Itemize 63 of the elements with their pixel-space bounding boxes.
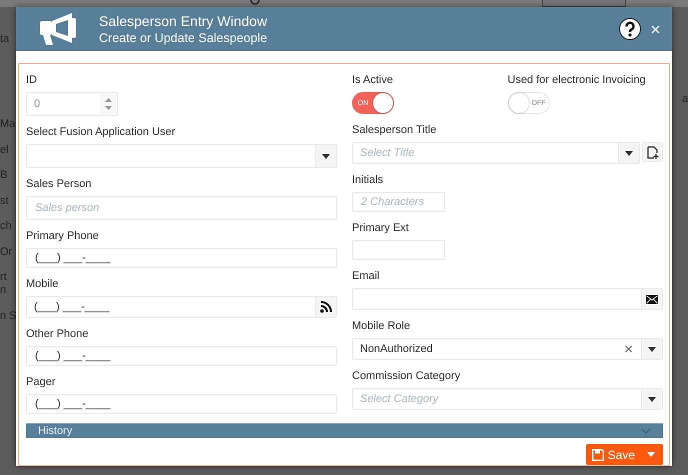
number-field[interactable]: 0 [26, 92, 118, 116]
dropdown[interactable]: Select Title [352, 142, 640, 164]
input-field[interactable]: Sales person [26, 196, 337, 220]
background-text: ch [0, 219, 13, 234]
clear-button[interactable]: × [616, 339, 641, 359]
caret-icon [322, 154, 330, 158]
field-label: Select Fusion Application User [26, 126, 176, 139]
field-label: Other Phone [26, 328, 90, 341]
field-label: ID [26, 74, 38, 87]
input-field[interactable]: (___) ___-____ [26, 346, 337, 366]
envelope-icon [646, 294, 658, 304]
field-label: Salesperson Title [352, 124, 438, 137]
spinner-arrows-icon [105, 97, 112, 111]
window-subtitle: Create or Update Salespeople [99, 31, 268, 45]
background-text: B [0, 168, 8, 183]
mail-button[interactable] [641, 289, 662, 309]
background-text: n [0, 283, 8, 298]
field-label: Initials [352, 174, 384, 187]
close-icon [651, 24, 660, 34]
input-field[interactable]: (___) ___-____ [26, 394, 337, 414]
background-text: rt [0, 270, 8, 283]
megaphone-icon [38, 12, 78, 46]
help-button[interactable] [619, 18, 641, 40]
field-label: Mobile Role [352, 320, 412, 333]
caret-icon [648, 346, 656, 352]
background-text: n S [0, 308, 16, 324]
field-label: Primary Ext [352, 222, 410, 235]
field-label: Sales Person [26, 178, 92, 191]
input-field[interactable] [352, 288, 663, 310]
dropdown-button[interactable] [315, 145, 336, 167]
dropdown[interactable]: NonAuthorized × [352, 338, 663, 360]
field-label: Primary Phone [26, 230, 100, 243]
field-label: Pager [26, 376, 56, 389]
field-label: Mobile [26, 278, 60, 291]
field-label: Email [352, 270, 381, 283]
dropdown-button[interactable] [618, 143, 639, 163]
add-button[interactable] [642, 142, 663, 162]
help-icon [619, 18, 641, 40]
field-label: Commission Category [352, 370, 462, 383]
history-bar[interactable]: History [26, 423, 663, 438]
dropdown-button[interactable] [641, 339, 662, 359]
dropdown[interactable]: Select Category [352, 388, 663, 410]
input-field[interactable]: 2 Characters [352, 192, 445, 212]
dropdown-button[interactable] [641, 389, 662, 409]
background-text: a [682, 93, 688, 105]
input-field[interactable]: (___) ___-____ [26, 296, 337, 318]
field-label: Is Active [352, 74, 393, 87]
caret-icon [648, 396, 656, 402]
new-document-icon [646, 146, 658, 158]
background-text: ta [0, 33, 10, 45]
field-label: Used for electronic Invoicing [508, 74, 646, 87]
background-text: el [0, 142, 10, 158]
chevron-icon [641, 428, 651, 434]
background-text: Or [0, 244, 14, 260]
feed-icon [320, 301, 332, 313]
background-text: Ma [0, 117, 16, 132]
feed-button[interactable] [315, 297, 336, 317]
input-field[interactable]: (___) ___-____ [26, 248, 337, 268]
background-text: st [0, 194, 10, 208]
caret-icon [647, 452, 655, 457]
window-title: Salesperson Entry Window [99, 13, 268, 29]
close-button[interactable] [651, 24, 660, 34]
caret-icon [625, 150, 633, 156]
